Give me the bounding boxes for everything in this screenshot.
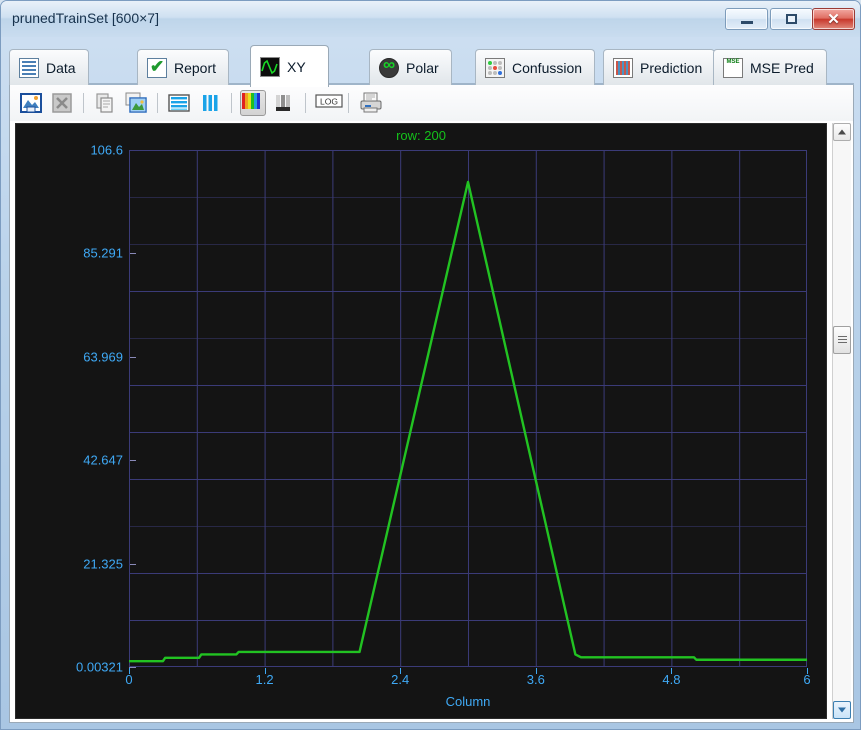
copy-image-button[interactable]: [123, 90, 149, 116]
waveform-icon: [260, 56, 280, 77]
x-axis-title: Column: [445, 694, 491, 709]
plot-axes: [129, 150, 807, 667]
chart-panel: row: 200 0.00321 21.325 42.647 63.969 85.291…: [9, 121, 854, 723]
tab-label: MSE Pred: [750, 59, 814, 76]
y-axis-tick: [129, 667, 136, 668]
mse-icon: MSE: [723, 57, 743, 78]
scrollbar-track-lower[interactable]: [833, 354, 851, 701]
maximize-button[interactable]: [770, 8, 813, 30]
tab-label: XY: [287, 58, 306, 75]
prediction-icon: [613, 57, 633, 78]
tab-label: Prediction: [640, 59, 703, 76]
toolbar: LOG: [9, 85, 854, 121]
x-axis-tick-label: 6: [803, 672, 811, 687]
scroll-down-button[interactable]: [833, 701, 851, 719]
window-title: prunedTrainSet [600×7]: [12, 10, 159, 26]
toolbar-separator: [231, 93, 232, 113]
scrollbar-track-upper[interactable]: [833, 141, 851, 326]
tab-mse-pred[interactable]: MSE MSE Pred: [713, 49, 827, 85]
x-axis-labels: 0 1.2 2.4 3.6 4.8 6: [125, 672, 811, 690]
close-button[interactable]: ✕: [812, 8, 855, 30]
toolbar-separator: [83, 93, 84, 113]
tab-label: Confussion: [512, 59, 583, 76]
export-excel-button[interactable]: [49, 90, 75, 116]
chevron-down-icon: [838, 707, 846, 713]
color-palette-button[interactable]: [240, 90, 266, 116]
tab-report[interactable]: Report: [137, 49, 230, 85]
tab-label: Report: [174, 59, 217, 76]
x-axis-tick-label: 2.4: [391, 672, 410, 687]
tab-data[interactable]: Data: [9, 49, 89, 85]
vertical-bars-button[interactable]: [197, 90, 223, 116]
plot-title: row: 200: [396, 128, 446, 143]
table-icon: [19, 57, 39, 78]
tab-label: Data: [46, 59, 76, 76]
copy-button[interactable]: [92, 90, 118, 116]
vertical-scrollbar[interactable]: [832, 123, 851, 719]
horizontal-lines-button[interactable]: [166, 90, 192, 116]
tab-bar: Data Report XY Polar: [9, 45, 854, 87]
title-bar: prunedTrainSet [600×7] ✕: [1, 1, 860, 37]
close-icon: ✕: [827, 10, 840, 28]
y-axis-tick-label: 0.00321: [76, 659, 123, 675]
tab-prediction[interactable]: Prediction: [603, 49, 716, 85]
data-series-line: [129, 180, 807, 663]
tab-xy[interactable]: XY: [250, 45, 329, 87]
print-button[interactable]: [357, 90, 383, 116]
save-image-button[interactable]: [18, 90, 44, 116]
restore-icon: [771, 9, 812, 29]
tab-label: Polar: [406, 59, 439, 76]
confusion-icon: [485, 57, 505, 78]
x-axis-tick-label: 1.2: [255, 672, 274, 687]
y-axis-tick-label: 42.647: [83, 452, 123, 468]
y-axis-tick-label: 21.325: [83, 556, 123, 572]
y-axis-tick-label: 106.6: [90, 142, 123, 158]
toolbar-separator: [305, 93, 306, 113]
chevron-up-icon: [838, 129, 846, 135]
main-window: prunedTrainSet [600×7] ✕ Data Report: [0, 0, 861, 730]
checkmark-icon: [147, 57, 167, 78]
grayscale-button[interactable]: [271, 90, 297, 116]
polar-icon: [379, 55, 399, 78]
tab-polar[interactable]: Polar: [369, 49, 452, 85]
y-axis-tick-label: 63.969: [83, 349, 123, 365]
toolbar-separator: [348, 93, 349, 113]
minimize-icon: [726, 9, 767, 29]
minimize-button[interactable]: [725, 8, 768, 30]
x-axis-tick-label: 0: [125, 672, 133, 687]
xy-plot[interactable]: row: 200 0.00321 21.325 42.647 63.969 85.291…: [15, 123, 827, 719]
tab-confussion[interactable]: Confussion: [475, 49, 596, 85]
x-axis-tick-label: 3.6: [526, 672, 545, 687]
log-scale-button[interactable]: LOG: [314, 90, 343, 116]
x-axis-tick-label: 4.8: [662, 672, 681, 687]
toolbar-separator: [157, 93, 158, 113]
svg-text:LOG: LOG: [320, 97, 338, 107]
y-axis-tick-label: 85.291: [83, 245, 123, 261]
scrollbar-thumb[interactable]: [833, 326, 851, 354]
y-axis-labels: 0.00321 21.325 42.647 63.969 85.291 106.6: [16, 143, 123, 675]
scroll-up-button[interactable]: [833, 123, 851, 141]
